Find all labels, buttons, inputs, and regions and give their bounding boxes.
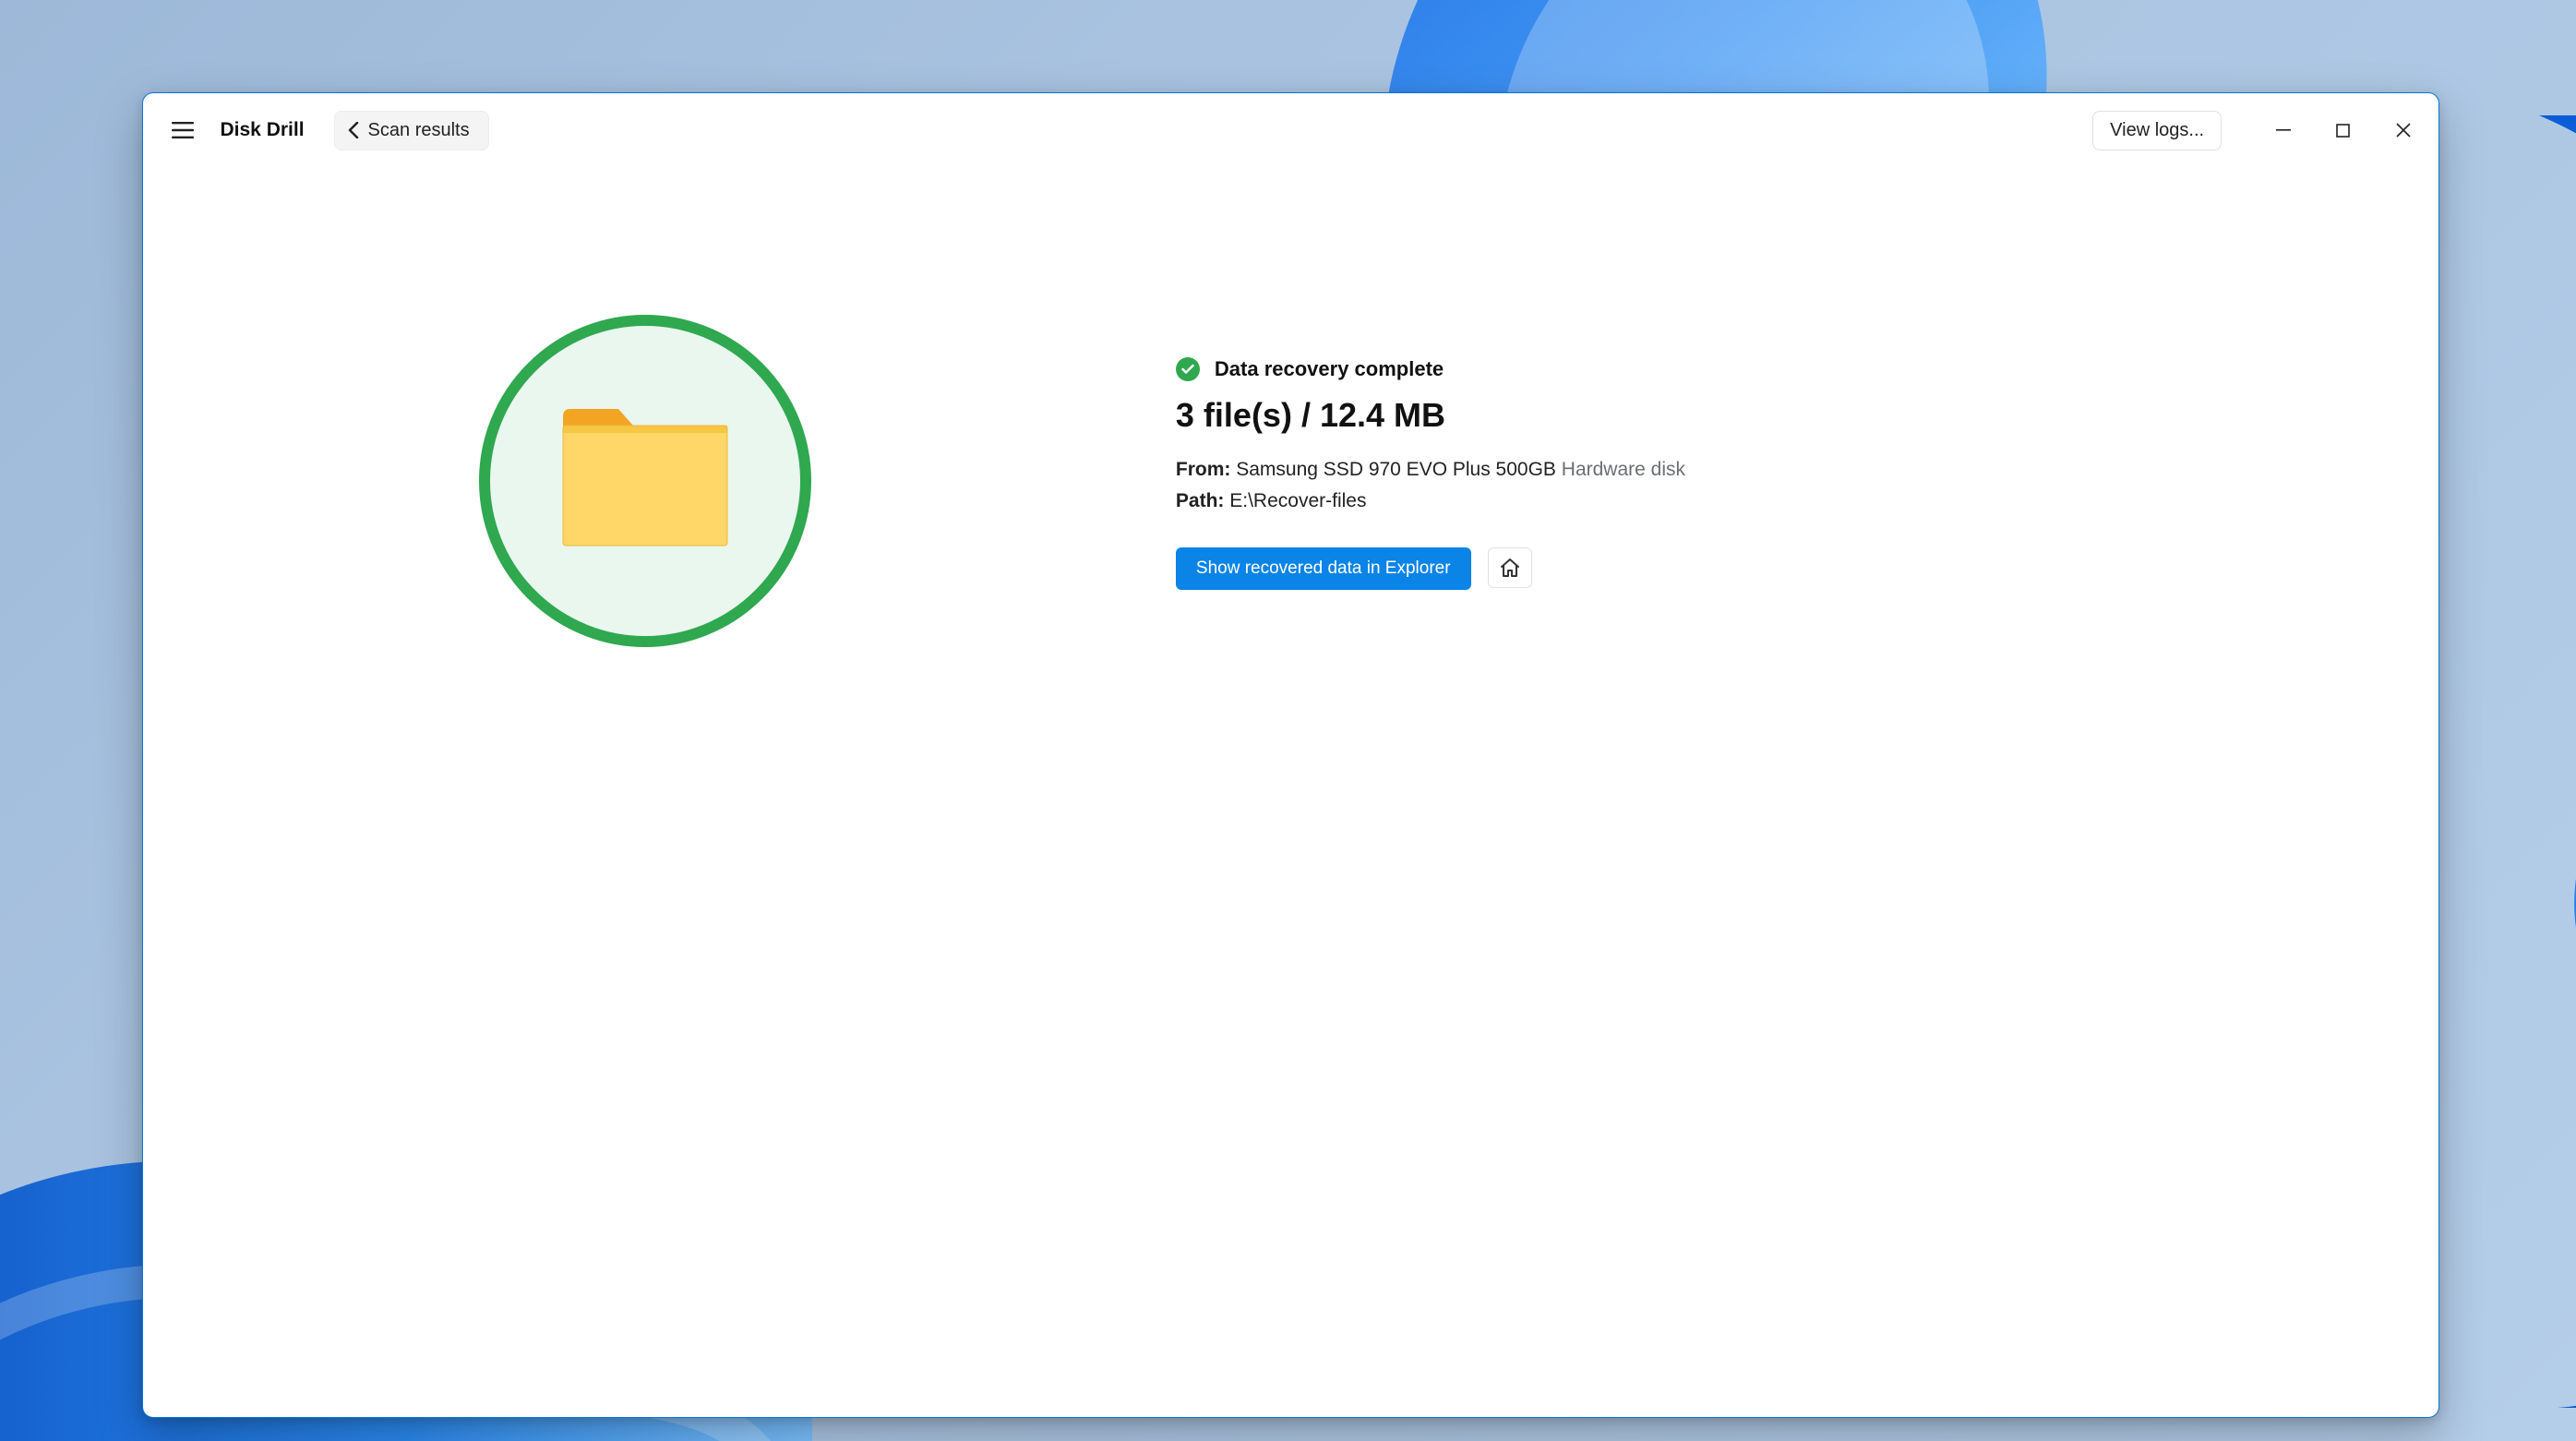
window-controls [2253, 107, 2433, 153]
app-window: Disk Drill Scan results View logs... [142, 92, 2440, 1418]
path-label: Path: [1176, 490, 1225, 511]
show-in-explorer-button[interactable]: Show recovered data in Explorer [1176, 547, 1471, 590]
folder-icon [557, 407, 733, 555]
status-text: Data recovery complete [1215, 357, 1444, 381]
content-area: Data recovery complete 3 file(s) / 12.4 … [143, 167, 2439, 1417]
view-logs-button[interactable]: View logs... [2092, 111, 2222, 150]
home-icon [1499, 558, 1521, 578]
maximize-button[interactable] [2313, 107, 2373, 153]
status-row: Data recovery complete [1176, 357, 2438, 381]
app-title: Disk Drill [221, 119, 305, 141]
illustration-pane [143, 315, 1176, 647]
from-value: Samsung SSD 970 EVO Plus 500GB [1236, 459, 1556, 480]
chevron-left-icon [348, 122, 359, 138]
maximize-icon [2336, 124, 2350, 138]
success-circle [479, 315, 811, 647]
home-button[interactable] [1488, 547, 1532, 588]
checkmark-icon [1181, 364, 1194, 375]
titlebar: Disk Drill Scan results View logs... [143, 93, 2439, 167]
minimize-icon [2276, 123, 2291, 138]
recovery-summary: 3 file(s) / 12.4 MB [1176, 396, 2438, 435]
minimize-button[interactable] [2253, 107, 2313, 153]
back-button[interactable]: Scan results [334, 111, 489, 150]
path-value: E:\Recover-files [1229, 490, 1366, 511]
menu-button[interactable] [165, 113, 200, 148]
info-pane: Data recovery complete 3 file(s) / 12.4 … [1176, 315, 2438, 590]
close-button[interactable] [2373, 107, 2433, 153]
success-badge [1176, 357, 1200, 381]
close-icon [2396, 123, 2411, 138]
action-row: Show recovered data in Explorer [1176, 547, 2438, 590]
from-label: From: [1176, 459, 1231, 480]
from-row: From: Samsung SSD 970 EVO Plus 500GB Har… [1176, 459, 2438, 481]
path-row: Path: E:\Recover-files [1176, 490, 2438, 512]
back-label: Scan results [368, 120, 470, 141]
hamburger-icon [172, 122, 194, 138]
from-kind: Hardware disk [1562, 459, 1685, 480]
